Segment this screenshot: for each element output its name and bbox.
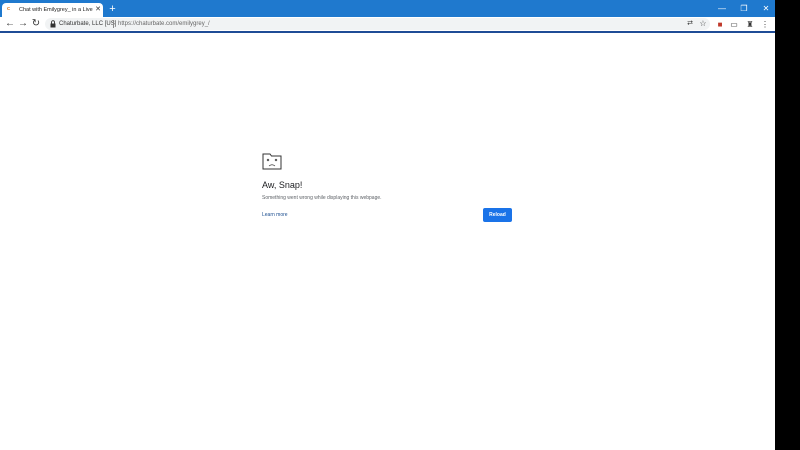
translate-icon[interactable]: ⇄ [685, 19, 695, 29]
forward-button[interactable]: → [17, 18, 29, 30]
error-message: Something went wrong while displaying th… [262, 195, 382, 201]
back-button[interactable]: ← [4, 18, 16, 30]
learn-more-link[interactable]: Learn more [262, 212, 288, 219]
close-window-button[interactable]: ✕ [755, 0, 777, 17]
screen: ᶜ Chat with Emilygrey_ in a Live Ad ✕ + … [0, 0, 800, 450]
browser-window: ᶜ Chat with Emilygrey_ in a Live Ad ✕ + … [0, 0, 775, 450]
tab-strip: ᶜ Chat with Emilygrey_ in a Live Ad ✕ + … [0, 0, 775, 17]
new-tab-button[interactable]: + [107, 4, 118, 15]
extension-3-icon[interactable]: ♜ [745, 20, 755, 30]
tab-active[interactable]: ᶜ Chat with Emilygrey_ in a Live Ad ✕ [2, 3, 103, 17]
site-identity-label[interactable]: Chaturbate, LLC [US] [59, 18, 116, 30]
sad-folder-icon [262, 153, 282, 170]
lock-icon[interactable] [50, 20, 56, 28]
tab-close-icon[interactable]: ✕ [94, 6, 102, 14]
menu-icon[interactable]: ⋮ [760, 20, 770, 30]
error-title: Aw, Snap! [262, 180, 303, 190]
url-separator [113, 20, 114, 28]
url-text[interactable]: https://chaturbate.com/emilygrey_/ [118, 18, 210, 30]
tab-title: Chat with Emilygrey_ in a Live Ad [19, 7, 93, 13]
reload-button[interactable]: Reload [483, 208, 512, 222]
address-bar[interactable]: Chaturbate, LLC [US] https://chaturbate.… [45, 18, 710, 30]
extension-1-icon[interactable]: ■ [715, 20, 725, 30]
minimize-button[interactable]: — [711, 0, 733, 17]
toolbar: ← → ↻ Chaturbate, LLC [US] https://chatu… [0, 17, 775, 33]
chaturbate-favicon-icon: ᶜ [7, 5, 11, 14]
restore-button[interactable]: ❐ [733, 0, 755, 17]
cast-icon[interactable]: ▭ [729, 20, 739, 30]
bookmark-star-icon[interactable]: ☆ [698, 19, 708, 29]
reload-icon[interactable]: ↻ [30, 18, 42, 30]
